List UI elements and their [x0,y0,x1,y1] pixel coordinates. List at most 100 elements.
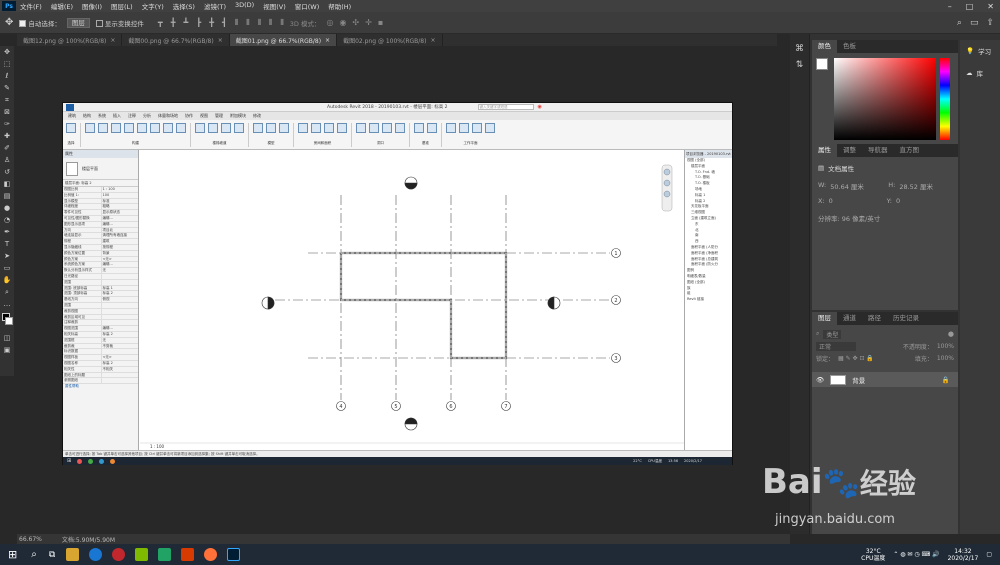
distribute-icon[interactable]: ⫴ [269,18,272,28]
revit-drawing-area[interactable]: 1 2 3 4 5 6 7 1: 100 [140,150,684,450]
stamp-tool-icon[interactable]: ♙ [0,154,14,166]
revit-ribbon-tab[interactable]: 系统 [98,113,106,119]
property-value[interactable]: 编辑... [100,262,139,268]
menu-item[interactable]: 视图(V) [263,1,286,11]
document-tab[interactable]: 截图02.png @ 100%(RGB/8) × [337,34,443,46]
notifications-icon[interactable]: ▢ [986,551,992,558]
revit-tool-icon[interactable] [337,123,347,133]
panel-tab[interactable]: 图层 [812,312,837,325]
property-value[interactable]: 不剪裁 [100,343,139,349]
zoom-level[interactable]: 66.67% [19,536,42,543]
adjust-panel-icon[interactable]: ⇅ [790,60,809,70]
revit-ribbon-tab[interactable]: 结构 [83,113,91,119]
auto-select-checkbox[interactable]: 自动选择： [19,18,61,28]
background-color[interactable] [5,317,13,325]
maximize-icon[interactable]: □ [966,2,974,11]
search-icon[interactable]: ⌕ [957,18,962,28]
property-value[interactable] [100,372,139,378]
camtasia-icon[interactable] [158,548,172,561]
revit-tool-icon[interactable] [111,123,121,133]
quick-mask-icon[interactable]: ◫ [0,332,14,344]
menu-item[interactable]: 帮助(H) [328,1,351,11]
revit-tool-icon[interactable] [176,123,186,133]
history-brush-icon[interactable]: ↺ [0,166,14,178]
panel-tab[interactable]: 属性 [812,144,837,157]
healing-tool-icon[interactable]: ✚ [0,130,14,142]
revit-ribbon-tab[interactable]: 建筑 [68,113,76,119]
lasso-tool-icon[interactable]: ℓ [0,70,14,82]
menu-item[interactable]: 窗口(W) [295,1,320,11]
property-value[interactable]: 不相关 [100,366,139,372]
edge-icon[interactable] [89,548,103,561]
property-value[interactable]: 标准 [100,198,139,204]
learn-button[interactable]: 💡 学习 [966,46,1000,56]
browser-item[interactable]: Revit 链接 [685,297,732,303]
property-value[interactable] [100,273,139,279]
revit-tool-icon[interactable] [298,123,308,133]
revit-tool-icon[interactable] [382,123,392,133]
lock-icons[interactable]: ▦ ✎ ✥ ⊡ 🔒 [838,355,874,362]
panel-tab[interactable]: 通道 [837,312,862,325]
marquee-tool-icon[interactable]: ⬚ [0,58,14,70]
layer-kind-filter[interactable]: 类型 [823,329,842,339]
property-value[interactable] [100,279,139,285]
3d-scale-icon[interactable]: ▪ [378,18,383,27]
3d-rotate-icon[interactable]: ◎ [326,18,333,27]
property-value[interactable]: 无 [100,268,139,273]
revit-screenshot[interactable]: Autodesk Revit 2018 - 20190103.rvt - 楼层平… [62,102,733,465]
align-right-icon[interactable]: ┫ [222,18,227,28]
frame-tool-icon[interactable]: ⊠ [0,106,14,118]
revit-tool-icon[interactable] [427,123,437,133]
property-value[interactable]: 俯视 [100,297,139,302]
type-selector[interactable]: 楼层平面 [63,158,138,180]
opacity-value[interactable]: 100% [937,343,954,350]
property-value[interactable]: 清理所有墙连接 [100,233,139,239]
close-tab-icon[interactable]: × [325,37,330,44]
y-value[interactable]: 0 [896,197,900,205]
pen-tool-icon[interactable]: ✒ [0,226,14,238]
doc-size[interactable]: 文档:5.90M/5.90M [62,535,115,544]
dodge-tool-icon[interactable]: ◔ [0,214,14,226]
revit-tool-icon[interactable] [208,123,218,133]
tray-time[interactable]: 14:32 [954,548,971,555]
history-panel-icon[interactable]: ⌘ [790,44,809,54]
task-view-icon[interactable]: ⧉ [49,550,55,560]
property-value[interactable]: 标高 2 [100,291,139,297]
revit-ribbon-tab[interactable]: 插入 [113,113,121,119]
revit-ribbon-tab[interactable]: 附加模块 [230,113,246,119]
panel-tab[interactable]: 调整 [837,144,862,157]
document-tab[interactable]: 截图00.png @ 66.7%(RGB/8) × [122,34,230,46]
revit-tool-icon[interactable] [195,123,205,133]
property-value[interactable] [100,349,139,355]
property-value[interactable]: 项目北 [100,227,139,233]
revit-tool-icon[interactable] [98,123,108,133]
property-value[interactable]: 编辑... [100,215,139,221]
distribute-icon[interactable]: ⫴ [235,18,238,28]
property-value[interactable] [100,308,139,314]
revit-tool-icon[interactable] [150,123,160,133]
windows-start-icon[interactable]: ⊞ [8,548,17,561]
layer-name[interactable]: 背景 [852,375,865,385]
revit-tool-icon[interactable] [414,123,424,133]
tray-date[interactable]: 2020/2/17 [948,555,979,562]
revit-tool-icon[interactable] [137,123,147,133]
property-value[interactable]: 标高 1 [100,285,139,291]
menu-item[interactable]: 图像(I) [82,1,102,11]
gradient-tool-icon[interactable]: ▤ [0,190,14,202]
revit-tool-icon[interactable] [66,123,76,133]
revit-ribbon-tab[interactable]: 分析 [143,113,151,119]
property-value[interactable]: 按规程 [100,244,139,250]
close-tab-icon[interactable]: × [218,37,223,44]
show-transform-checkbox[interactable]: 显示变换控件 [95,18,144,28]
panel-tab[interactable]: 历史记录 [887,312,925,325]
instance-selector[interactable]: 楼层平面: 标高 2 [63,180,138,187]
path-select-tool-icon[interactable]: ➤ [0,250,14,262]
workspace-icon[interactable]: ▭ [970,18,979,28]
photoshop-taskbar-icon[interactable] [227,548,241,561]
revit-tool-icon[interactable] [395,123,405,133]
revit-tool-icon[interactable] [485,123,495,133]
hand-tool-icon[interactable]: ✋ [0,274,14,286]
property-value[interactable]: 显示原状态 [100,210,139,215]
app-icon[interactable] [135,548,149,561]
3d-pan-icon[interactable]: ✣ [352,18,359,27]
